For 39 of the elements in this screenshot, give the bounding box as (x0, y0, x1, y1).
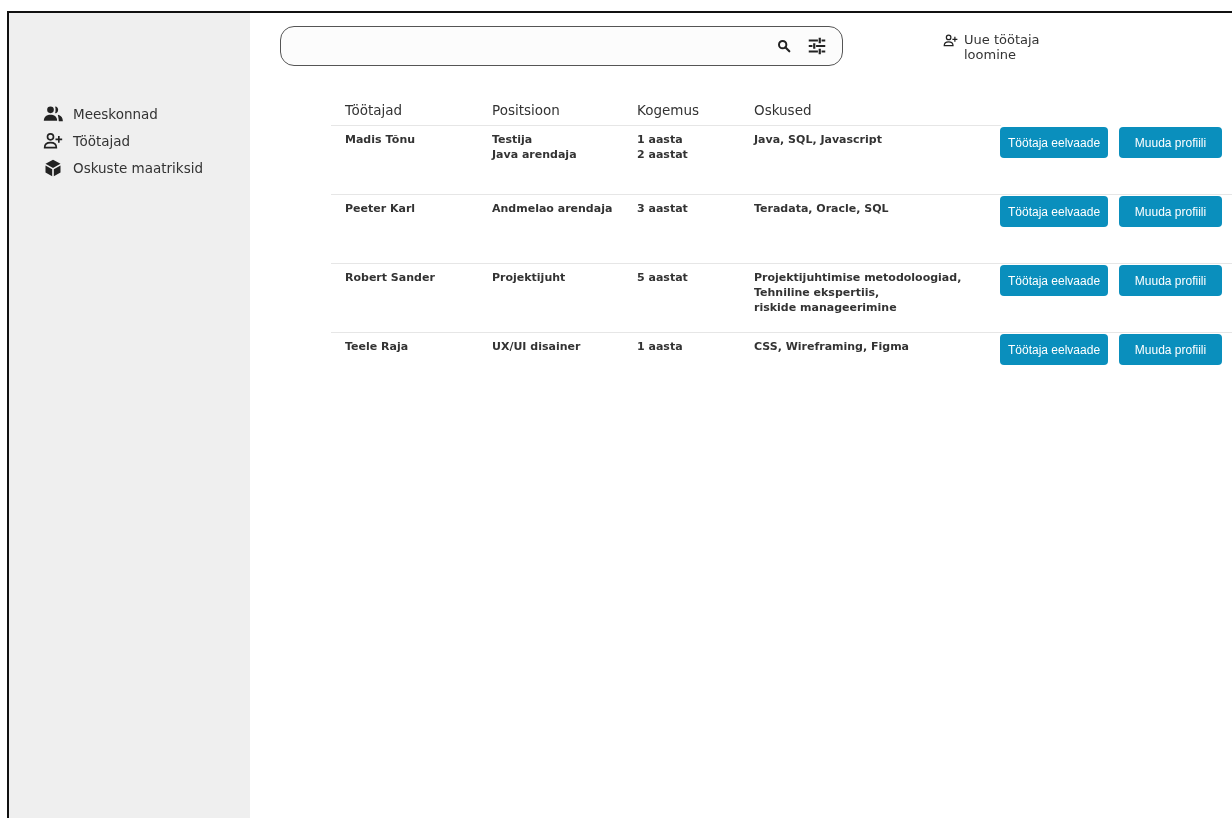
preview-button[interactable]: Töötaja eelvaade (1000, 265, 1108, 296)
column-header: Kogemus (637, 102, 701, 120)
preview-button[interactable]: Töötaja eelvaade (1000, 127, 1108, 158)
sidebar-item[interactable]: Oskuste maatriksid (43, 157, 250, 179)
edit-profile-button[interactable]: Muuda profiili (1119, 334, 1222, 365)
edit-profile-button[interactable]: Muuda profiili (1119, 265, 1222, 296)
skills-cell: CSS, Wireframing, Figma (754, 340, 910, 353)
edit-profile-button[interactable]: Muuda profiili (1119, 196, 1222, 227)
person-add-icon (43, 131, 63, 151)
column-header: Töötajad (345, 102, 404, 120)
experience-cell: 1 aasta (637, 340, 683, 353)
skills-cell: Java, SQL, Javascript (754, 133, 882, 146)
cube-icon (43, 158, 63, 178)
employee-name: Peeter Karl (345, 202, 416, 215)
position-cell: UX/UI disainer (492, 340, 581, 353)
experience-cell: 5 aastat (637, 271, 688, 284)
sidebar-item[interactable]: Töötajad (43, 130, 250, 152)
position-cell: Projektijuht (492, 271, 566, 284)
employee-name: Madis Tõnu (345, 133, 416, 146)
people-icon (43, 104, 63, 124)
experience-cell: 1 aasta 2 aastat (637, 133, 688, 161)
position-cell: Testija Java arendaja (492, 133, 577, 161)
preview-button[interactable]: Töötaja eelvaade (1000, 334, 1108, 365)
position-cell: Andmelao arendaja (492, 202, 613, 215)
search-field[interactable] (280, 26, 843, 66)
employee-name: Teele Raja (345, 340, 409, 353)
skills-cell: Projektijuhtimise metodoloogiad, Tehniline ekspertiis, riskide manageerimine (754, 271, 962, 314)
edit-profile-button[interactable]: Muuda profiili (1119, 127, 1222, 158)
new-employee-button[interactable]: Uue töötaja loomine (943, 32, 1040, 62)
sidebar-item[interactable]: Meeskonnad (43, 103, 250, 125)
skills-cell: Teradata, Oracle, SQL (754, 202, 889, 215)
search-icon[interactable] (776, 38, 792, 54)
filter-sliders-icon[interactable] (806, 35, 828, 57)
column-header: Oskused (754, 102, 813, 120)
column-header: Positsioon (492, 102, 561, 120)
experience-cell: 3 aastat (637, 202, 688, 215)
person-add-icon (943, 33, 958, 48)
preview-button[interactable]: Töötaja eelvaade (1000, 196, 1108, 227)
employee-name: Robert Sander (345, 271, 435, 284)
